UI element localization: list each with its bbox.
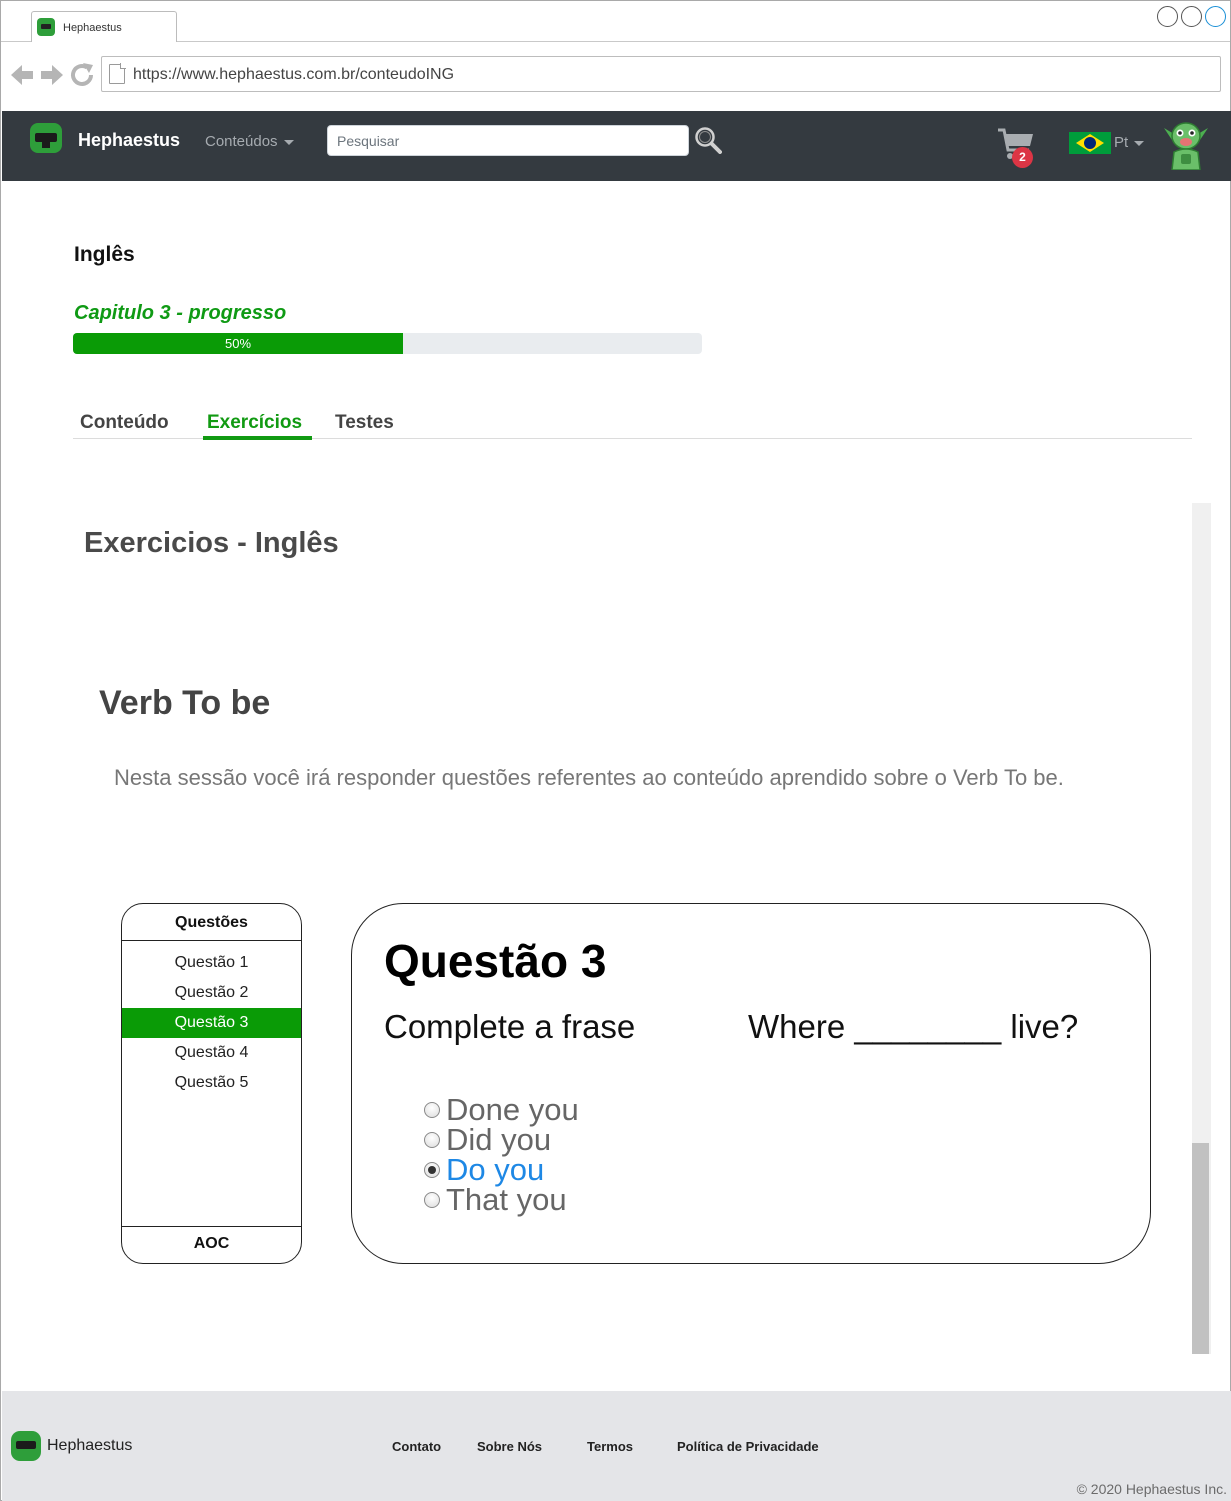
copyright: © 2020 Hephaestus Inc. [1076,1481,1227,1497]
active-tab-indicator [203,436,312,440]
questions-panel-footer[interactable]: AOC [122,1226,301,1263]
question-title: Questão 3 [384,935,607,987]
browser-tab[interactable]: Hephaestus [31,11,177,42]
question-item-4[interactable]: Questão 4 [122,1038,301,1068]
forward-icon[interactable] [41,65,63,85]
question-sentence: Where ________ live? [748,1008,1079,1045]
footer-link-contato[interactable]: Contato [392,1439,441,1454]
exercises-title: Exercicios - Inglês [84,527,339,559]
tab-testes[interactable]: Testes [335,412,394,434]
footer-link-privacidade[interactable]: Política de Privacidade [677,1439,819,1454]
radio-button[interactable] [424,1132,440,1148]
answer-option-label[interactable]: That you [446,1182,567,1218]
brazil-flag-icon[interactable] [1069,132,1111,154]
close-window-button[interactable] [1205,6,1226,27]
brand-name[interactable]: Hephaestus [78,130,180,151]
radio-button-checked[interactable] [424,1162,440,1178]
question-prompt: Complete a frase [384,1008,636,1045]
window-controls [1157,6,1226,27]
section-title: Verb To be [99,684,271,722]
favicon-icon [37,18,55,36]
url-text[interactable]: https://www.hephaestus.com.br/conteudoIN… [133,66,454,84]
page-icon [109,63,126,84]
caret-down-icon [1134,140,1145,146]
browser-tabbar: Hephaestus [1,1,1230,42]
back-icon[interactable] [11,65,33,85]
answer-option-4[interactable]: That you [424,1182,567,1218]
progress-label: Capitulo 3 - progresso [74,302,287,324]
tab-exercicios[interactable]: Exercícios [207,412,302,434]
maximize-button[interactable] [1181,6,1202,27]
cart-count-badge: 2 [1012,147,1033,168]
scrollbar-thumb[interactable] [1192,1143,1209,1354]
questions-panel: Questões Questão 1 Questão 2 Questão 3 Q… [121,903,302,1264]
answer-option-3[interactable]: Do you [424,1152,544,1187]
app-navbar: Hephaestus Conteúdos 2 Pt [2,111,1231,181]
language-label: Pt [1114,134,1129,151]
contents-dropdown-label: Conteúdos [205,133,278,150]
question-card: Questão 3 Complete a frase Where _______… [351,903,1151,1264]
tab-title: Hephaestus [63,22,122,34]
section-description: Nesta sessão você irá responder questões… [114,765,1064,790]
search-icon[interactable] [694,126,722,154]
question-item-1[interactable]: Questão 1 [122,948,301,978]
browser-window: Hephaestus https://www.hephaestus.com.br… [0,0,1231,1501]
footer-brand[interactable]: Hephaestus [47,1437,132,1455]
search-input[interactable] [327,125,689,156]
course-title: Inglês [74,243,135,266]
progress-text: 50% [224,336,252,351]
url-field[interactable]: https://www.hephaestus.com.br/conteudoIN… [101,56,1221,92]
page-footer: Hephaestus Contato Sobre Nós Termos Polí… [2,1391,1231,1501]
browser-nav-icons [11,63,93,86]
footer-link-termos[interactable]: Termos [587,1439,633,1454]
anvil-logo-icon[interactable] [11,1431,41,1461]
radio-button[interactable] [424,1102,440,1118]
tab-conteudo[interactable]: Conteúdo [80,412,169,434]
reload-icon[interactable] [71,63,93,86]
contents-dropdown[interactable]: Conteúdos [205,133,294,150]
question-item-5[interactable]: Questão 5 [122,1068,301,1098]
question-item-2[interactable]: Questão 2 [122,978,301,1008]
radio-button[interactable] [424,1192,440,1208]
questions-panel-header: Questões [122,904,301,941]
answer-option-2[interactable]: Did you [424,1122,551,1157]
footer-link-sobre[interactable]: Sobre Nós [477,1439,542,1454]
caret-down-icon [283,139,294,145]
minimize-button[interactable] [1157,6,1178,27]
goblin-avatar-icon[interactable] [1162,116,1210,170]
answer-option-1[interactable]: Done you [424,1092,579,1127]
anvil-logo-icon[interactable] [30,123,62,153]
question-item-3[interactable]: Questão 3 [122,1008,301,1038]
progress-bar: 50% [73,333,702,354]
course-tabs: Conteúdo Exercícios Testes [73,405,1192,440]
language-dropdown[interactable]: Pt [1114,134,1145,151]
